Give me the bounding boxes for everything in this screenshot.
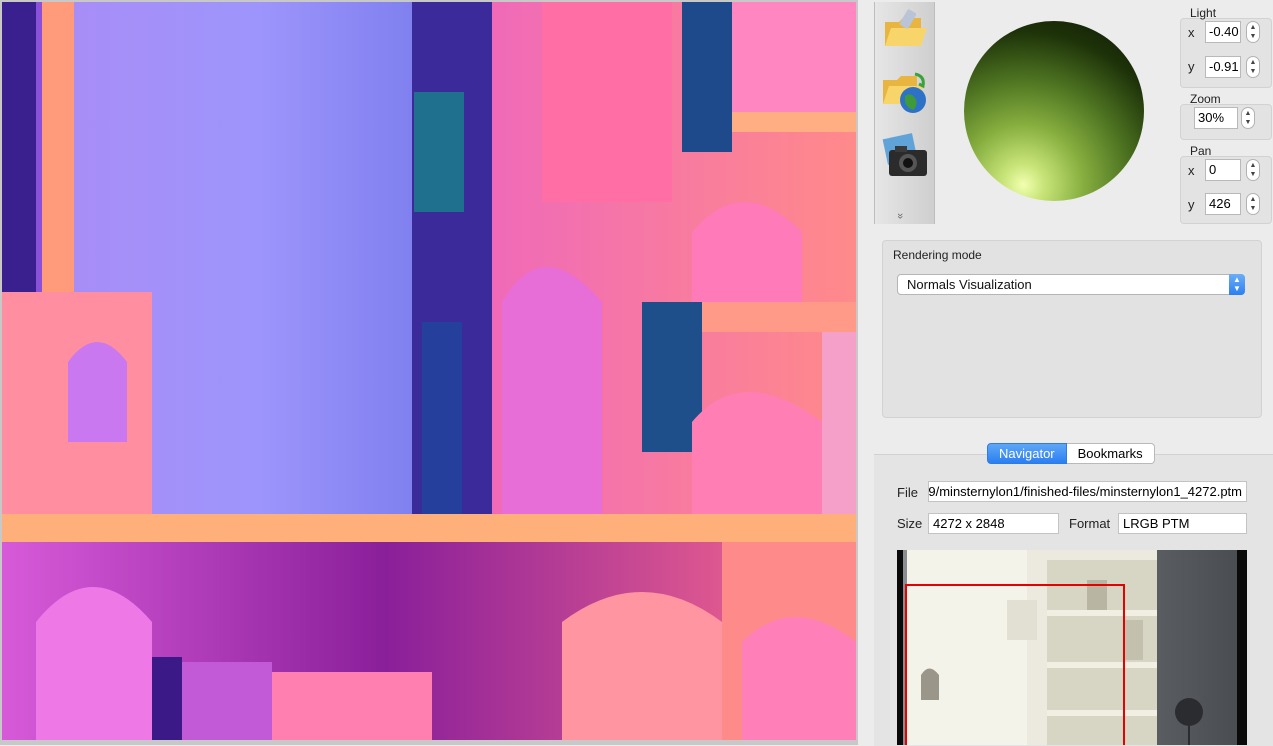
zoom-stepper[interactable]: ▲ ▼ [1241,107,1255,129]
light-y-stepper[interactable]: ▲ ▼ [1246,56,1260,78]
tab-bookmarks[interactable]: Bookmarks [1066,443,1155,464]
size-field[interactable]: 4272 x 2848 [928,513,1059,534]
size-label: Size [897,516,923,531]
rendering-mode-panel: Rendering mode Normals Visualization ▲ ▼ [882,240,1262,418]
toolbar: » [874,2,935,224]
light-direction-sphere[interactable] [964,21,1144,201]
light-x-input[interactable]: -0.40 [1205,21,1241,43]
pan-y-input[interactable]: 426 [1205,193,1241,215]
light-y-input[interactable]: -0.91 [1205,56,1241,78]
file-path-field[interactable]: 9/minsternylon1/finished-files/minsterny… [928,481,1247,502]
pan-x-input[interactable]: 0 [1205,159,1241,181]
open-file-button[interactable] [881,6,929,56]
tab-navigator[interactable]: Navigator [987,443,1067,464]
camera-icon [882,133,927,176]
file-path-text: 9/minsternylon1/finished-files/minsterny… [928,484,1242,499]
zoom-input[interactable]: 30% [1194,107,1238,129]
snapshot-button[interactable] [881,132,929,182]
tab-bar: Navigator Bookmarks [987,443,1155,464]
format-label: Format [1069,516,1111,531]
rendering-mode-value: Normals Visualization [907,277,1032,292]
light-x-label: x [1188,25,1195,40]
navigator-thumbnail[interactable] [897,550,1247,745]
format-field[interactable]: LRGB PTM [1118,513,1247,534]
folder-globe-icon [883,72,926,113]
select-arrows-icon: ▲ ▼ [1229,274,1245,295]
pan-x-label: x [1188,163,1195,178]
image-viewer[interactable] [0,0,858,745]
more-tools-label: » [894,212,907,220]
light-x-stepper[interactable]: ▲ ▼ [1246,21,1260,43]
normals-visualization-canvas[interactable] [2,2,856,740]
pan-y-stepper[interactable]: ▲ ▼ [1246,193,1260,215]
file-label: File [897,485,918,500]
more-tools-chevron-icon[interactable]: » [894,210,907,222]
pan-y-label: y [1188,197,1195,212]
pan-x-stepper[interactable]: ▲ ▼ [1246,159,1260,181]
open-folder-icon [885,9,927,46]
open-remote-button[interactable] [881,66,929,116]
pan-title: Pan [1190,144,1212,158]
rendering-mode-select[interactable]: Normals Visualization ▲ ▼ [897,274,1245,295]
zoom-title: Zoom [1190,92,1221,106]
light-y-label: y [1188,59,1195,74]
rendering-mode-title: Rendering mode [893,248,982,262]
light-title: Light [1190,6,1217,20]
